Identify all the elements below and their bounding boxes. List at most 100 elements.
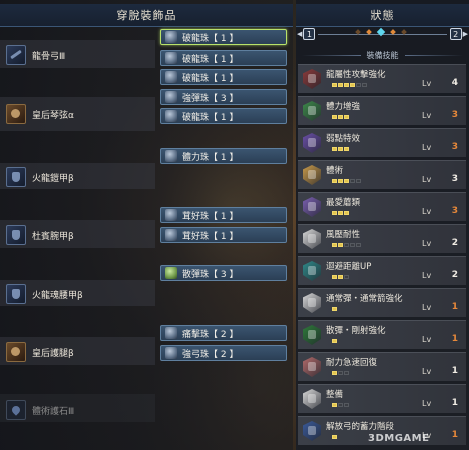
decoration-label: 破龍珠【 1 】: [182, 73, 239, 84]
skill-level-bar: [332, 403, 349, 407]
level-label: Lv: [422, 303, 432, 312]
skill-level-bar: [332, 115, 349, 119]
slot-name: 皇后護腿β: [32, 348, 74, 359]
level-label: Lv: [422, 111, 432, 120]
skill-name: 通常彈・通常箭強化: [326, 294, 403, 304]
decoration-slot[interactable]: 茸好珠【 1 】: [160, 207, 287, 223]
skill-row[interactable]: 風壓耐性 Lv 2: [298, 224, 466, 253]
skill-row[interactable]: 通常彈・通常箭強化 Lv 1: [298, 288, 466, 317]
decoration-slot[interactable]: 強彈珠【 3 】: [160, 89, 287, 105]
skill-level-bar: [332, 339, 337, 343]
decoration-slot[interactable]: 強弓珠【 2 】: [160, 345, 287, 361]
jewel-icon: [165, 31, 177, 43]
level-pip: [344, 275, 349, 279]
equipped-skills-heading: 裝備技能: [296, 48, 469, 62]
skill-icon: [303, 165, 321, 185]
level-pip: [338, 243, 343, 247]
skill-level-value: 2: [451, 270, 458, 280]
level-pip: [338, 147, 343, 151]
equipment-slot-charm[interactable]: 體術護石Ⅲ: [3, 400, 155, 420]
skill-row[interactable]: 弱點特效 Lv 3: [298, 128, 466, 157]
level-pip: [338, 371, 343, 375]
jewel-icon: [165, 209, 177, 221]
skill-level-value: 3: [451, 110, 458, 120]
decoration-slot[interactable]: 破龍珠【 1 】: [160, 108, 287, 124]
level-pip: [332, 339, 337, 343]
waist-armor-icon: [6, 284, 26, 304]
skill-row[interactable]: 龍屬性攻擊強化 Lv 4: [298, 64, 466, 93]
decoration-panel-title: 穿脫裝飾品: [116, 9, 177, 22]
equipment-slot-head[interactable]: 皇后琴弦α: [3, 104, 155, 124]
decoration-label: 茸好珠【 1 】: [182, 211, 239, 222]
slot-name: 火龍鎧甲β: [32, 173, 74, 184]
skill-level-bar: [332, 179, 361, 183]
level-pip: [332, 147, 337, 151]
level-pip: [350, 83, 355, 87]
skill-icon: [303, 69, 321, 89]
slot-name: 杜賓腕甲β: [32, 231, 74, 242]
skill-row[interactable]: 體力增強 Lv 3: [298, 96, 466, 125]
skill-row[interactable]: 體術 Lv 3: [298, 160, 466, 189]
jewel-icon: [165, 150, 177, 162]
skill-level-value: 3: [451, 174, 458, 184]
decoration-label: 強弓珠【 2 】: [182, 349, 239, 360]
skill-row[interactable]: 散彈・剛射強化 Lv 1: [298, 320, 466, 349]
page-dot: [355, 28, 362, 35]
level-pip: [344, 371, 349, 375]
skill-level-value: 2: [451, 238, 458, 248]
slot-name: 火龍魂腰甲β: [32, 290, 83, 301]
equipment-slot-chest[interactable]: 火龍鎧甲β: [3, 167, 155, 187]
level-pip: [344, 147, 349, 151]
pager-track: [318, 27, 447, 36]
skill-level-bar: [332, 275, 349, 279]
skill-icon: [303, 389, 321, 409]
skill-row[interactable]: 整備 Lv 1: [298, 384, 466, 413]
page-right-button[interactable]: 2: [449, 28, 462, 40]
skill-row[interactable]: 耐力急速回復 Lv 1: [298, 352, 466, 381]
status-panel-title: 狀態: [370, 9, 395, 22]
skill-name: 體力增強: [326, 102, 361, 112]
equipment-slot-waist[interactable]: 火龍魂腰甲β: [3, 284, 155, 304]
skill-name: 整備: [326, 390, 344, 400]
skill-level-value: 1: [451, 366, 458, 376]
page-left-button[interactable]: 1: [303, 28, 316, 40]
decoration-slot[interactable]: 茸好珠【 1 】: [160, 227, 287, 243]
level-pip: [332, 243, 337, 247]
decoration-slot[interactable]: 體力珠【 1 】: [160, 148, 287, 164]
page-dots: [355, 27, 408, 36]
skill-level-value: 1: [451, 302, 458, 312]
page-dot: [401, 28, 408, 35]
decoration-slot[interactable]: 破龍珠【 1 】: [160, 29, 287, 45]
level-pip: [338, 275, 343, 279]
leg-armor-icon: [6, 342, 26, 362]
level-label: Lv: [422, 79, 432, 88]
level-pip: [338, 211, 343, 215]
decoration-label: 破龍珠【 1 】: [182, 33, 239, 44]
decoration-slot[interactable]: 破龍珠【 1 】: [160, 50, 287, 66]
decoration-panel: 穿脫裝飾品 龍骨弓Ⅲ 皇后琴弦α 火龍鎧甲β 杜賓腕甲β 火龍魂腰甲β 皇后護腿…: [0, 0, 293, 450]
skill-row[interactable]: 最愛蘑類 Lv 3: [298, 192, 466, 221]
equipment-slot-legs[interactable]: 皇后護腿β: [3, 342, 155, 362]
decoration-slot[interactable]: 痛擊珠【 2 】: [160, 325, 287, 341]
equipment-slot-arms[interactable]: 杜賓腕甲β: [3, 225, 155, 245]
level-pip: [344, 179, 349, 183]
decoration-label: 痛擊珠【 2 】: [182, 329, 239, 340]
skill-name: 最愛蘑類: [326, 198, 361, 208]
page-dot: [390, 28, 397, 35]
skill-level-bar: [332, 211, 349, 215]
skill-row[interactable]: 迴避距離UP Lv 2: [298, 256, 466, 285]
skill-icon: [303, 133, 321, 153]
equipment-slot-weapon[interactable]: 龍骨弓Ⅲ: [3, 45, 155, 65]
skill-icon: [303, 197, 321, 217]
skill-name: 耐力急速回復: [326, 358, 378, 368]
level-pip: [332, 83, 337, 87]
skill-level-value: 1: [451, 430, 458, 440]
decoration-slot[interactable]: 破龍珠【 1 】: [160, 69, 287, 85]
level-pip: [332, 307, 337, 311]
decoration-panel-header: 穿脫裝飾品: [0, 4, 293, 27]
decoration-slot[interactable]: 散彈珠【 3 】: [160, 265, 287, 281]
level-pip: [344, 243, 349, 247]
decoration-label: 散彈珠【 3 】: [182, 269, 239, 280]
level-pip: [338, 403, 343, 407]
decoration-label: 強彈珠【 3 】: [182, 93, 239, 104]
